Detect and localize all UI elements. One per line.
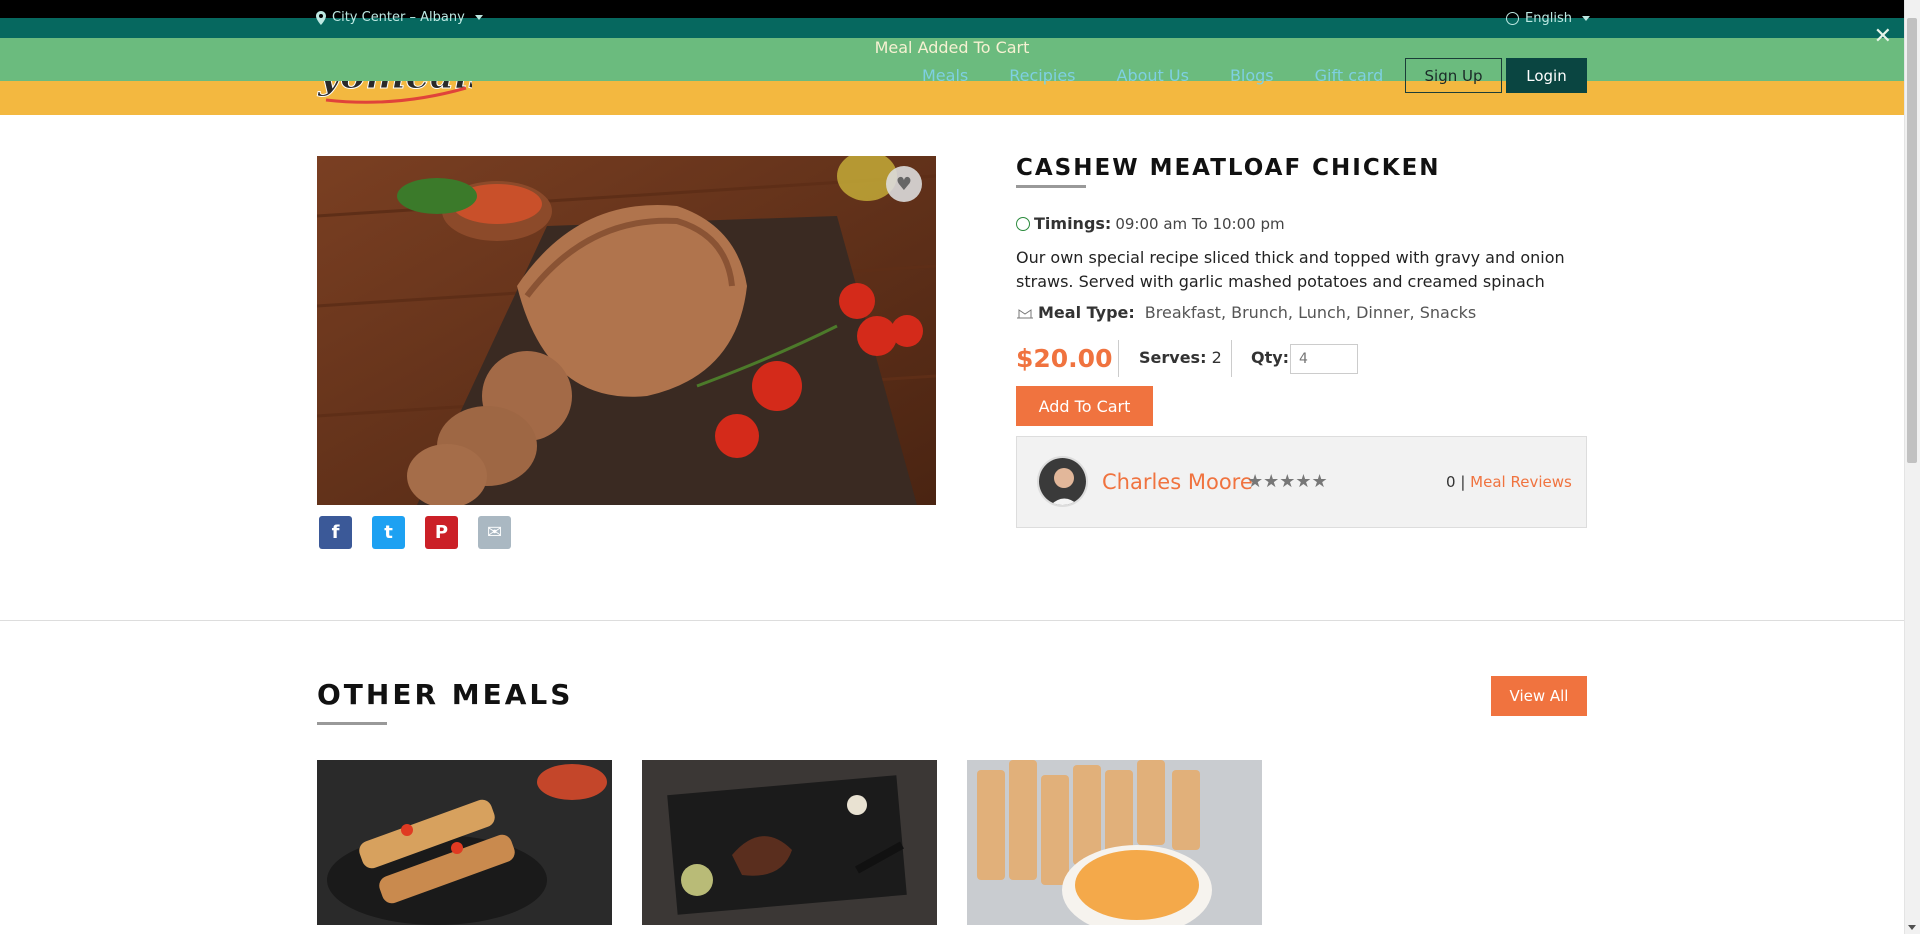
- serves-value: 2: [1211, 348, 1222, 367]
- location-pin-icon: [316, 10, 326, 25]
- email-icon[interactable]: ✉: [478, 516, 511, 549]
- title-underline: [317, 722, 387, 725]
- reviews-summary: 0 | Meal Reviews: [1446, 473, 1572, 491]
- chevron-down-icon: [1582, 16, 1590, 21]
- meal-card[interactable]: [967, 760, 1262, 925]
- location-selector[interactable]: City Center – Albany: [316, 10, 483, 25]
- view-all-button[interactable]: View All: [1491, 676, 1587, 716]
- chevron-down-icon: [474, 15, 483, 20]
- signup-button[interactable]: Sign Up: [1405, 58, 1502, 93]
- toast-message: Meal Added To Cart: [874, 38, 1030, 57]
- facebook-icon[interactable]: f: [319, 516, 352, 549]
- nav-item-gift-card[interactable]: Gift card: [1315, 66, 1384, 86]
- meal-price: $20.00: [1016, 344, 1113, 373]
- globe-icon: [1506, 12, 1520, 25]
- language-label: English: [1525, 11, 1572, 26]
- timings-row: Timings: 09:00 am To 10:00 pm: [1016, 214, 1285, 233]
- title-underline: [1016, 185, 1086, 188]
- nav-item-about-us[interactable]: About Us: [1117, 66, 1189, 86]
- serves-label: Serves:: [1139, 348, 1207, 367]
- scrollbar-thumb[interactable]: [1907, 18, 1917, 463]
- divider: [1231, 340, 1232, 377]
- top-bar: [0, 18, 1904, 38]
- social-share: f t P ✉: [319, 516, 511, 549]
- meal-card[interactable]: [317, 760, 612, 925]
- language-selector[interactable]: English: [1506, 11, 1590, 26]
- add-to-cart-button[interactable]: Add To Cart: [1016, 386, 1153, 426]
- nav-item-meals[interactable]: Meals: [922, 66, 968, 86]
- timings-value: 09:00 am To 10:00 pm: [1115, 214, 1285, 233]
- twitter-icon[interactable]: t: [372, 516, 405, 549]
- close-icon[interactable]: ✕: [1874, 26, 1892, 48]
- main-nav: Meals Recipies About Us Blogs Gift card: [922, 66, 1383, 86]
- meal-image: [317, 156, 936, 505]
- meal-type-icon: [1017, 308, 1033, 318]
- serves-row: Serves: 2: [1139, 348, 1222, 367]
- meal-description: Our own special recipe sliced thick and …: [1016, 248, 1565, 291]
- meal-card[interactable]: [642, 760, 937, 925]
- review-count: 0: [1446, 473, 1456, 491]
- section-divider: [0, 620, 1904, 621]
- nav-item-blogs[interactable]: Blogs: [1230, 66, 1274, 86]
- favorite-heart-icon[interactable]: ♥: [886, 166, 922, 202]
- qty-label: Qty:: [1251, 348, 1290, 367]
- login-button[interactable]: Login: [1506, 58, 1587, 93]
- divider: [1118, 340, 1119, 377]
- qty-label-wrap: Qty:: [1251, 348, 1289, 367]
- location-label: City Center – Albany: [332, 10, 465, 25]
- nav-item-recipies[interactable]: Recipies: [1009, 66, 1075, 86]
- meal-type-value: Breakfast, Brunch, Lunch, Dinner, Snacks: [1144, 303, 1477, 322]
- quantity-input[interactable]: [1290, 344, 1358, 374]
- scroll-down-icon[interactable]: [1908, 925, 1916, 930]
- rating-stars: ★★★★★: [1247, 471, 1328, 492]
- meal-reviews-link[interactable]: Meal Reviews: [1470, 473, 1572, 491]
- review-separator: |: [1460, 473, 1466, 491]
- avatar[interactable]: [1037, 456, 1088, 507]
- scrollbar[interactable]: [1904, 0, 1920, 934]
- other-meals-title: OTHER MEALS: [317, 678, 574, 711]
- meal-type-label: Meal Type:: [1038, 303, 1135, 322]
- clock-icon: [1016, 216, 1030, 231]
- meal-type-row: Meal Type: Breakfast, Brunch, Lunch, Din…: [1016, 303, 1476, 322]
- top-strip: [0, 0, 1904, 18]
- chef-name[interactable]: Charles Moore: [1102, 470, 1253, 494]
- pinterest-icon[interactable]: P: [425, 516, 458, 549]
- meal-title: CASHEW MEATLOAF CHICKEN: [1016, 155, 1441, 181]
- timings-label: Timings:: [1034, 214, 1112, 233]
